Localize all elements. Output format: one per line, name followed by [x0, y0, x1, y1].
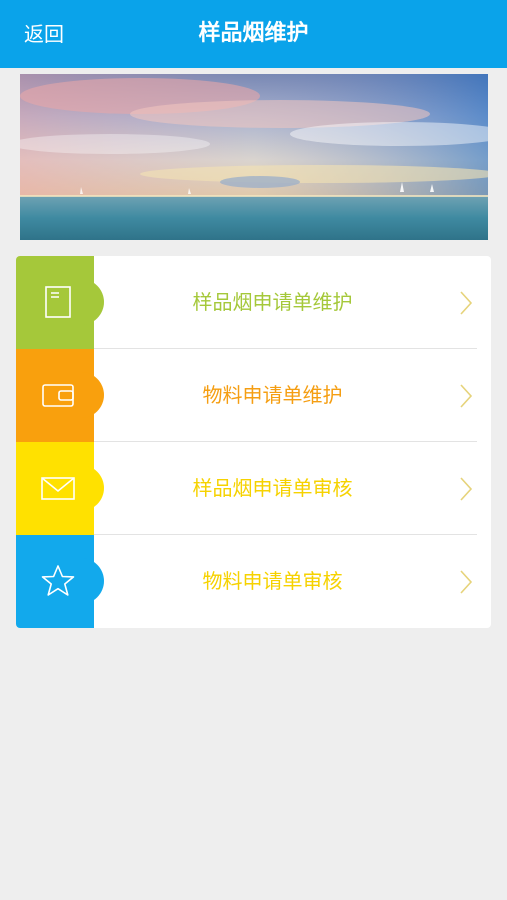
menu-item-label: 样品烟申请单审核 [192, 476, 353, 500]
banner-image [20, 74, 488, 240]
menu-item-label: 样品烟申请单维护 [192, 290, 353, 314]
menu-item-material-request-review[interactable]: 物料申请单审核 [16, 535, 491, 628]
envelope-icon [41, 477, 75, 500]
sea-sunset-illustration [20, 74, 488, 240]
menu-item-label: 物料申请单维护 [202, 383, 343, 407]
tile-blue [16, 535, 104, 628]
chevron-right-icon [460, 570, 473, 594]
menu-item-sample-request-maintain[interactable]: 样品烟申请单维护 [16, 256, 491, 349]
header-bar: 返回 样品烟维护 [0, 0, 507, 68]
menu-list: 样品烟申请单维护 物料申请单维护 样品烟申请单审核 物料申请单审核 [16, 256, 491, 628]
menu-item-label: 物料申请单审核 [202, 569, 343, 593]
tile-yellow [16, 442, 104, 535]
menu-item-material-request-maintain[interactable]: 物料申请单维护 [16, 349, 491, 442]
star-icon [41, 565, 75, 596]
page-title: 样品烟维护 [198, 21, 309, 46]
chevron-right-icon [460, 477, 473, 501]
chevron-right-icon [460, 384, 473, 408]
tile-orange [16, 349, 104, 442]
wallet-icon [42, 384, 74, 407]
document-icon [45, 286, 71, 318]
chevron-right-icon [460, 291, 473, 315]
tile-green [16, 256, 104, 349]
menu-item-sample-request-review[interactable]: 样品烟申请单审核 [16, 442, 491, 535]
